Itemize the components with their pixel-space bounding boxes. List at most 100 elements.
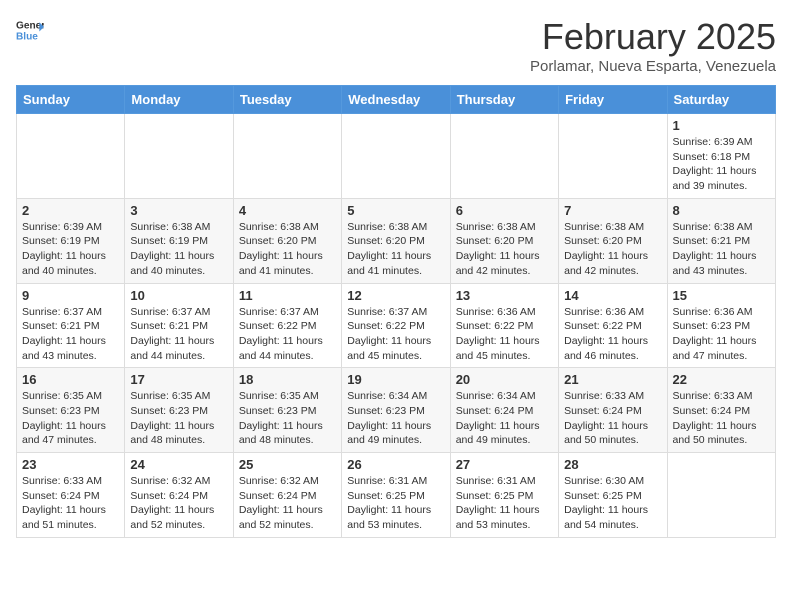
day-number: 18 bbox=[239, 372, 336, 387]
calendar-cell bbox=[667, 453, 775, 538]
day-number: 14 bbox=[564, 288, 661, 303]
day-number: 5 bbox=[347, 203, 444, 218]
calendar-cell: 7Sunrise: 6:38 AM Sunset: 6:20 PM Daylig… bbox=[559, 198, 667, 283]
day-number: 19 bbox=[347, 372, 444, 387]
day-info: Sunrise: 6:36 AM Sunset: 6:23 PM Dayligh… bbox=[673, 305, 770, 364]
day-info: Sunrise: 6:39 AM Sunset: 6:19 PM Dayligh… bbox=[22, 220, 119, 279]
weekday-header-saturday: Saturday bbox=[667, 86, 775, 114]
weekday-header-monday: Monday bbox=[125, 86, 233, 114]
day-info: Sunrise: 6:38 AM Sunset: 6:20 PM Dayligh… bbox=[347, 220, 444, 279]
day-info: Sunrise: 6:37 AM Sunset: 6:21 PM Dayligh… bbox=[22, 305, 119, 364]
day-info: Sunrise: 6:30 AM Sunset: 6:25 PM Dayligh… bbox=[564, 474, 661, 533]
calendar-cell: 1 Sunrise: 6:39 AM Sunset: 6:18 PM Daylig… bbox=[667, 114, 775, 199]
day-info: Sunrise: 6:33 AM Sunset: 6:24 PM Dayligh… bbox=[673, 389, 770, 448]
calendar-cell: 3 Sunrise: 6:38 AM Sunset: 6:19 PM Daylig… bbox=[125, 198, 233, 283]
day-info: Sunrise: 6:38 AM Sunset: 6:20 PM Dayligh… bbox=[239, 220, 336, 279]
calendar-cell bbox=[342, 114, 450, 199]
day-number: 6 bbox=[456, 203, 553, 218]
calendar-cell: 27Sunrise: 6:31 AM Sunset: 6:25 PM Dayli… bbox=[450, 453, 558, 538]
day-info: Sunrise: 6:36 AM Sunset: 6:22 PM Dayligh… bbox=[564, 305, 661, 364]
day-number: 8 bbox=[673, 203, 770, 218]
day-info: Sunrise: 6:31 AM Sunset: 6:25 PM Dayligh… bbox=[347, 474, 444, 533]
calendar-cell: 17 Sunrise: 6:35 AM Sunset: 6:23 PM Dayli… bbox=[125, 368, 233, 453]
weekday-header-tuesday: Tuesday bbox=[233, 86, 341, 114]
calendar-cell: 26 Sunrise: 6:31 AM Sunset: 6:25 PM Dayli… bbox=[342, 453, 450, 538]
calendar-cell bbox=[125, 114, 233, 199]
calendar-cell: 24 Sunrise: 6:32 AM Sunset: 6:24 PM Dayli… bbox=[125, 453, 233, 538]
day-info: Sunrise: 6:34 AM Sunset: 6:24 PM Dayligh… bbox=[456, 389, 553, 448]
day-number: 23 bbox=[22, 457, 119, 472]
calendar-cell: 4 Sunrise: 6:38 AM Sunset: 6:20 PM Daylig… bbox=[233, 198, 341, 283]
day-info: Sunrise: 6:38 AM Sunset: 6:19 PM Dayligh… bbox=[130, 220, 227, 279]
calendar-cell: 6 Sunrise: 6:38 AM Sunset: 6:20 PM Daylig… bbox=[450, 198, 558, 283]
day-number: 27 bbox=[456, 457, 553, 472]
day-info: Sunrise: 6:38 AM Sunset: 6:21 PM Dayligh… bbox=[673, 220, 770, 279]
svg-text:Blue: Blue bbox=[16, 31, 38, 42]
calendar-cell: 10 Sunrise: 6:37 AM Sunset: 6:21 PM Dayli… bbox=[125, 283, 233, 368]
title-block: February 2025 Porlamar, Nueva Esparta, V… bbox=[530, 16, 776, 75]
calendar-cell: 13Sunrise: 6:36 AM Sunset: 6:22 PM Dayli… bbox=[450, 283, 558, 368]
weekday-header-sunday: Sunday bbox=[17, 86, 125, 114]
calendar-cell: 22 Sunrise: 6:33 AM Sunset: 6:24 PM Dayli… bbox=[667, 368, 775, 453]
page-header: General Blue February 2025 Porlamar, Nue… bbox=[16, 16, 776, 75]
day-number: 20 bbox=[456, 372, 553, 387]
calendar-cell bbox=[450, 114, 558, 199]
calendar-cell: 25 Sunrise: 6:32 AM Sunset: 6:24 PM Dayli… bbox=[233, 453, 341, 538]
weekday-header-friday: Friday bbox=[559, 86, 667, 114]
day-info: Sunrise: 6:32 AM Sunset: 6:24 PM Dayligh… bbox=[239, 474, 336, 533]
day-number: 1 bbox=[673, 118, 770, 133]
day-info: Sunrise: 6:37 AM Sunset: 6:21 PM Dayligh… bbox=[130, 305, 227, 364]
logo: General Blue bbox=[16, 16, 44, 44]
calendar-cell: 23 Sunrise: 6:33 AM Sunset: 6:24 PM Dayli… bbox=[17, 453, 125, 538]
day-number: 9 bbox=[22, 288, 119, 303]
generalblue-logo-icon: General Blue bbox=[16, 16, 44, 44]
day-info: Sunrise: 6:38 AM Sunset: 6:20 PM Dayligh… bbox=[564, 220, 661, 279]
day-number: 16 bbox=[22, 372, 119, 387]
day-number: 26 bbox=[347, 457, 444, 472]
day-number: 21 bbox=[564, 372, 661, 387]
day-number: 24 bbox=[130, 457, 227, 472]
calendar-cell bbox=[233, 114, 341, 199]
calendar-cell: 16 Sunrise: 6:35 AM Sunset: 6:23 PM Dayli… bbox=[17, 368, 125, 453]
calendar-cell: 18Sunrise: 6:35 AM Sunset: 6:23 PM Dayli… bbox=[233, 368, 341, 453]
calendar-cell: 9 Sunrise: 6:37 AM Sunset: 6:21 PM Daylig… bbox=[17, 283, 125, 368]
day-info: Sunrise: 6:33 AM Sunset: 6:24 PM Dayligh… bbox=[22, 474, 119, 533]
calendar-cell: 2Sunrise: 6:39 AM Sunset: 6:19 PM Daylig… bbox=[17, 198, 125, 283]
day-info: Sunrise: 6:35 AM Sunset: 6:23 PM Dayligh… bbox=[22, 389, 119, 448]
day-number: 3 bbox=[130, 203, 227, 218]
calendar-cell: 11Sunrise: 6:37 AM Sunset: 6:22 PM Dayli… bbox=[233, 283, 341, 368]
calendar-week-2: 2Sunrise: 6:39 AM Sunset: 6:19 PM Daylig… bbox=[17, 198, 776, 283]
day-info: Sunrise: 6:37 AM Sunset: 6:22 PM Dayligh… bbox=[239, 305, 336, 364]
calendar-cell: 28 Sunrise: 6:30 AM Sunset: 6:25 PM Dayli… bbox=[559, 453, 667, 538]
day-info: Sunrise: 6:33 AM Sunset: 6:24 PM Dayligh… bbox=[564, 389, 661, 448]
day-number: 22 bbox=[673, 372, 770, 387]
day-info: Sunrise: 6:34 AM Sunset: 6:23 PM Dayligh… bbox=[347, 389, 444, 448]
day-number: 10 bbox=[130, 288, 227, 303]
calendar-week-3: 9 Sunrise: 6:37 AM Sunset: 6:21 PM Daylig… bbox=[17, 283, 776, 368]
day-info: Sunrise: 6:37 AM Sunset: 6:22 PM Dayligh… bbox=[347, 305, 444, 364]
day-number: 25 bbox=[239, 457, 336, 472]
calendar-cell: 8 Sunrise: 6:38 AM Sunset: 6:21 PM Daylig… bbox=[667, 198, 775, 283]
day-number: 17 bbox=[130, 372, 227, 387]
day-number: 13 bbox=[456, 288, 553, 303]
calendar-cell: 21 Sunrise: 6:33 AM Sunset: 6:24 PM Dayli… bbox=[559, 368, 667, 453]
calendar-cell bbox=[17, 114, 125, 199]
calendar-cell: 14 Sunrise: 6:36 AM Sunset: 6:22 PM Dayli… bbox=[559, 283, 667, 368]
weekday-header-thursday: Thursday bbox=[450, 86, 558, 114]
day-number: 4 bbox=[239, 203, 336, 218]
day-info: Sunrise: 6:39 AM Sunset: 6:18 PM Dayligh… bbox=[673, 135, 770, 194]
day-number: 28 bbox=[564, 457, 661, 472]
calendar-week-1: 1 Sunrise: 6:39 AM Sunset: 6:18 PM Daylig… bbox=[17, 114, 776, 199]
calendar-cell: 12 Sunrise: 6:37 AM Sunset: 6:22 PM Dayli… bbox=[342, 283, 450, 368]
day-info: Sunrise: 6:35 AM Sunset: 6:23 PM Dayligh… bbox=[130, 389, 227, 448]
calendar-table: SundayMondayTuesdayWednesdayThursdayFrid… bbox=[16, 85, 776, 538]
day-info: Sunrise: 6:38 AM Sunset: 6:20 PM Dayligh… bbox=[456, 220, 553, 279]
day-number: 12 bbox=[347, 288, 444, 303]
calendar-location: Porlamar, Nueva Esparta, Venezuela bbox=[530, 58, 776, 75]
calendar-cell bbox=[559, 114, 667, 199]
calendar-cell: 20 Sunrise: 6:34 AM Sunset: 6:24 PM Dayli… bbox=[450, 368, 558, 453]
calendar-cell: 15Sunrise: 6:36 AM Sunset: 6:23 PM Dayli… bbox=[667, 283, 775, 368]
day-info: Sunrise: 6:32 AM Sunset: 6:24 PM Dayligh… bbox=[130, 474, 227, 533]
calendar-title: February 2025 bbox=[530, 16, 776, 58]
weekday-header-row: SundayMondayTuesdayWednesdayThursdayFrid… bbox=[17, 86, 776, 114]
